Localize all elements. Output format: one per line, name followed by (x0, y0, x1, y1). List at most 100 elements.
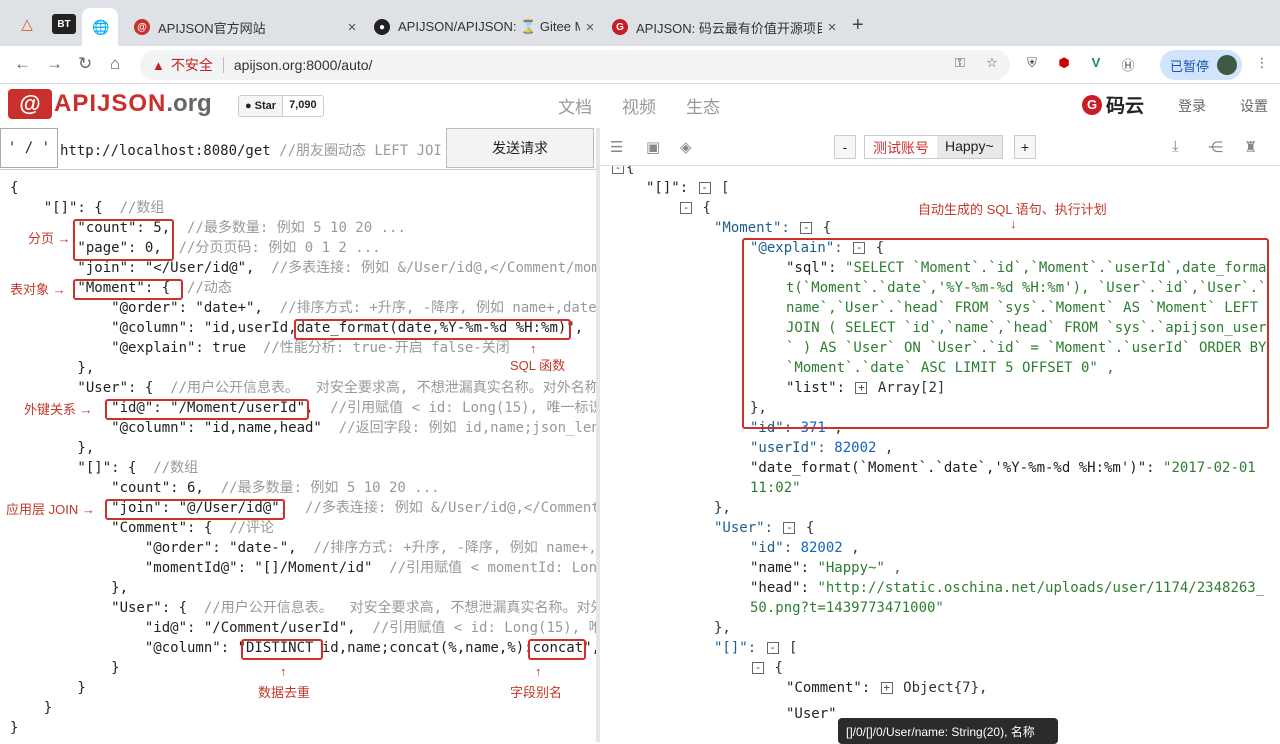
annotation-table-object: 表对象 → (10, 282, 66, 297)
tab-title: APIJSON/APIJSON: ⌛ Gitee M (398, 19, 580, 34)
login-link[interactable]: 登录 (1178, 96, 1206, 116)
code-comment: //数组 (119, 200, 165, 216)
code-line: }, (10, 438, 94, 458)
code-comment: //多表连接: 例如 &/User/id@,</Comment/mom (271, 260, 596, 276)
adblock-icon[interactable]: ⬢ (1054, 55, 1074, 75)
json-line: "User" (786, 706, 837, 722)
code-text: "join": "</User/id@", (10, 260, 272, 276)
code-comment: //引用赋值 < id: Long(15), 唯一标识 (330, 400, 596, 416)
expand-toggle[interactable]: + (880, 682, 893, 694)
code-line: "@order": "date+", //排序方式: +升序, -降序, 例如 … (10, 298, 596, 318)
code-comment: //多表连接: 例如 &/User/id@,</Comment (305, 500, 596, 516)
add-account-button[interactable]: + (1014, 135, 1036, 159)
annotation-paging: 分页 → (28, 231, 71, 246)
send-request-button[interactable]: 发送请求 (446, 128, 594, 168)
close-icon[interactable]: × (342, 19, 362, 36)
gitee-link[interactable]: G 码云 (1082, 91, 1144, 118)
json-line: "[]": - [ (646, 180, 730, 196)
highlight-app-join (105, 499, 285, 520)
key-icon[interactable]: ⚿ (950, 55, 970, 75)
code-text: "User": { (10, 380, 171, 396)
tab-apijson-site[interactable]: @ APIJSON官方网站 × (124, 8, 362, 46)
url-text[interactable]: apijson.org:8000/auto/ (234, 57, 373, 73)
account-name[interactable]: Happy~ (937, 136, 1002, 158)
tab-github[interactable]: ● APIJSON/APIJSON: ⌛ Gitee M × (364, 8, 600, 46)
star-icon[interactable]: ☆ (982, 55, 1002, 75)
code-line: } (10, 698, 52, 718)
code-comment: //性能分析: true-开启 false-关闭 (262, 340, 510, 356)
close-icon[interactable]: × (822, 19, 842, 36)
code-line: }, (10, 578, 128, 598)
collapse-toggle[interactable]: - (783, 522, 796, 534)
logo[interactable]: @ APIJSON .org (8, 88, 212, 120)
collapse-toggle[interactable]: - (800, 222, 813, 234)
collapse-toggle[interactable]: - (680, 202, 692, 214)
code-text: }, (10, 580, 129, 596)
tab-gitee[interactable]: G APIJSON: 码云最有价值开源项目 × (602, 8, 842, 46)
shirt-icon[interactable]: ♜ (1244, 138, 1257, 156)
vue-icon[interactable]: V (1086, 55, 1106, 75)
warning-icon[interactable]: ▲ (152, 58, 165, 73)
address-bar[interactable]: ▲ 不安全 apijson.org:8000/auto/ (140, 50, 1010, 80)
extension-icon[interactable]: Ⓗ (1118, 55, 1138, 75)
request-bar: ' / ' http://localhost:8080/get //朋友圈动态 … (0, 128, 596, 170)
share-icon[interactable]: ⋲ (1208, 138, 1223, 156)
github-star-widget[interactable]: ● Star 7,090 (238, 95, 324, 117)
collapse-toggle[interactable]: - (752, 662, 764, 674)
security-label[interactable]: 不安全 (171, 55, 213, 75)
url-input[interactable]: http://localhost:8080/get //朋友圈动态 LEFT J… (60, 140, 446, 160)
browser-tab-bar: △ BT 🌐 @ APIJSON官方网站 × ● APIJSON/APIJSON… (0, 0, 1280, 46)
code-text: } (10, 720, 19, 736)
menu-icon[interactable]: ⋮ (1252, 55, 1272, 75)
test-account-label[interactable]: 测试账号 (865, 136, 937, 158)
nav-videos[interactable]: 视频 (622, 93, 656, 118)
code-line: } (10, 718, 18, 738)
forward-icon[interactable]: → (46, 54, 63, 74)
code-text: "@explain": true (10, 340, 263, 356)
profile-paused[interactable]: 已暂停 (1160, 50, 1242, 80)
code-line: "id@": "/Comment/userId", //引用赋值 < id: L… (10, 618, 596, 638)
save-icon[interactable]: ▣ (646, 138, 660, 156)
collapse-toggle[interactable]: - (766, 642, 779, 654)
method-button[interactable]: ' / ' (0, 128, 58, 168)
list-icon[interactable]: ☰ (610, 138, 623, 156)
code-comment: //引用赋值 < momentId: Lon (389, 560, 596, 576)
code-text: "@column": "id,name,head" (10, 420, 339, 436)
shield-icon[interactable]: ⛨ (1022, 55, 1042, 75)
close-icon[interactable]: × (580, 19, 600, 36)
nav-docs[interactable]: 文档 (558, 93, 592, 118)
remove-account-button[interactable]: - (834, 135, 856, 159)
json-line: "date_format(`Moment`.`date`,'%Y-%m-%d %… (750, 460, 1256, 476)
pinned-tab-1[interactable]: △ (14, 11, 40, 37)
new-tab-button[interactable]: + (852, 14, 864, 37)
highlight-explain (742, 238, 1269, 429)
code-comment: //数组 (153, 460, 199, 476)
back-icon[interactable]: ← (14, 54, 31, 74)
code-line: } (10, 658, 119, 678)
json-line: }, (714, 500, 731, 516)
highlight-alias (528, 639, 586, 660)
avatar (1217, 55, 1238, 75)
code-line: "count": 6, //最多数量: 例如 5 10 20 ... (10, 478, 439, 498)
code-line: "User": { //用户公开信息表。 对安全要求高, 不想泄漏真实名称。对外… (10, 378, 596, 398)
collapse-toggle[interactable]: - (698, 182, 711, 194)
download-icon[interactable]: ⤓ (1172, 138, 1179, 155)
pinned-tab-3[interactable]: 🌐 (82, 8, 118, 46)
reload-icon[interactable]: ↻ (78, 54, 92, 74)
annotation-sql-function: SQL 函数 (510, 358, 566, 373)
github-icon: ● (374, 19, 390, 35)
nav-ecosystem[interactable]: 生态 (686, 93, 720, 118)
account-selector[interactable]: 测试账号 Happy~ (864, 135, 1003, 159)
pinned-tab-2[interactable]: BT (52, 14, 76, 34)
settings-link[interactable]: 设置 (1240, 96, 1268, 116)
json-line: "head": "http://static.oschina.net/uploa… (750, 580, 1265, 596)
tab-title: APIJSON官方网站 (158, 20, 266, 36)
home-icon[interactable]: ⌂ (110, 54, 120, 74)
code-comment: //分页页码: 例如 0 1 2 ... (178, 240, 381, 256)
code-comment: //最多数量: 例如 5 10 20 ... (187, 220, 406, 236)
divider (222, 57, 224, 73)
layers-icon[interactable]: ◈ (680, 138, 692, 156)
code-line: { (10, 178, 18, 198)
code-comment: //返回字段: 例如 id,name;json_len (338, 420, 596, 436)
code-line: "User": { //用户公开信息表。 对安全要求高, 不想泄漏真实名称。对外 (10, 598, 596, 618)
